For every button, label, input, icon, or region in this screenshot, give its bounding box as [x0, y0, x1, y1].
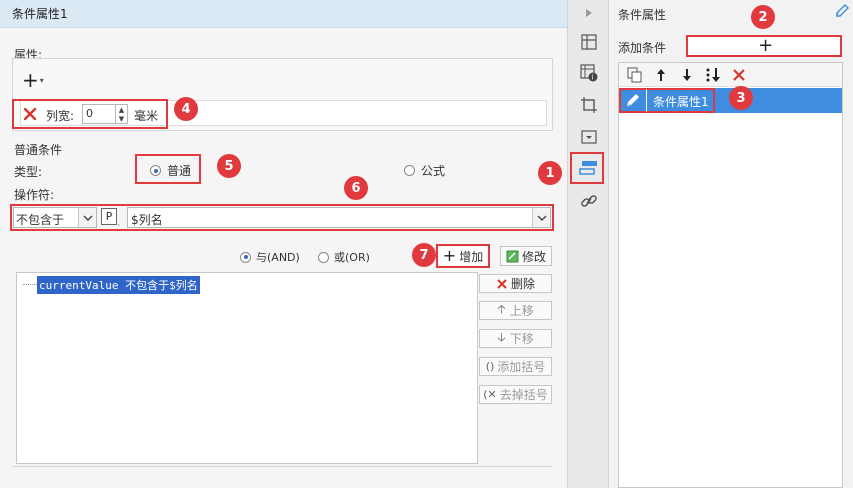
badge-7: 7	[412, 243, 436, 267]
radio-checked-icon	[150, 165, 161, 176]
move-down-button[interactable]: 🡣 下移	[479, 329, 552, 348]
operator-select-value: 不包含于	[16, 213, 65, 227]
left-panel-title: 条件属性1	[0, 0, 567, 28]
pencil-check-icon[interactable]	[835, 4, 849, 18]
logic-or-radio[interactable]: 或(OR)	[318, 249, 370, 265]
bottom-divider	[12, 466, 553, 467]
operator-label: 操作符:	[14, 188, 55, 202]
arrow-up-icon: 🡡	[497, 302, 506, 316]
unit-label: 毫米	[134, 109, 159, 123]
plus-icon: +	[442, 246, 457, 265]
type-label: 类型:	[14, 165, 43, 179]
modify-label: 修改	[521, 249, 546, 264]
cell-attribute-icon[interactable]: i	[578, 62, 600, 84]
right-panel-title: 条件属性	[618, 8, 667, 22]
type-formula-radio[interactable]: 公式	[404, 162, 445, 179]
type-normal-radio[interactable]: 普通	[150, 162, 191, 179]
condition-list-panel: 条件属性1	[618, 62, 843, 488]
logic-and-label: 与(AND)	[256, 251, 300, 264]
remove-paren-button[interactable]: (✕ 去掉括号	[479, 385, 552, 404]
plus-icon: +	[758, 35, 774, 56]
general-condition-label: 普通条件	[14, 143, 63, 157]
badge-4: 4	[174, 97, 198, 121]
condition-list[interactable]: currentValue 不包含于$列名	[16, 272, 478, 464]
move-down-label: 下移	[509, 332, 534, 346]
type-normal-label: 普通	[167, 164, 192, 178]
copy-icon[interactable]	[626, 66, 644, 84]
param-dot-icon: ⸴	[118, 220, 120, 228]
item-divider	[646, 89, 647, 112]
delete-x-icon	[496, 278, 508, 290]
add-condition-button[interactable]: +	[686, 35, 842, 57]
modify-button[interactable]: 修改	[500, 246, 552, 266]
delete-label: 删除	[510, 277, 535, 291]
operator-select[interactable]: 不包含于	[13, 207, 97, 228]
hyperlink-icon[interactable]	[578, 190, 600, 212]
radio-unchecked-icon	[404, 165, 415, 176]
dropdown-arrow-icon: ▾	[39, 75, 44, 85]
remove-paren-icon: (✕	[483, 388, 497, 401]
tree-connector	[23, 284, 37, 285]
sort-down-icon[interactable]	[704, 66, 722, 84]
radio-checked-icon	[240, 251, 251, 263]
list-toolbar	[619, 63, 842, 87]
badge-2: 2	[751, 5, 775, 29]
move-up-label: 上移	[509, 304, 534, 318]
window-icon[interactable]	[578, 126, 600, 148]
collapse-arrow-icon[interactable]	[578, 2, 600, 24]
logic-or-label: 或(OR)	[334, 251, 370, 264]
list-item[interactable]: currentValue 不包含于$列名	[37, 276, 200, 294]
logic-and-radio[interactable]: 与(AND)	[240, 249, 300, 265]
spin-up-icon[interactable]: ▲	[116, 105, 127, 115]
badge-6: 6	[344, 176, 368, 200]
type-formula-label: 公式	[421, 164, 446, 178]
add-paren-icon: ()	[485, 360, 495, 373]
close-x-icon[interactable]	[22, 106, 38, 122]
value-input[interactable]: $列名	[127, 207, 551, 228]
add-condition-label: 增加	[459, 249, 484, 264]
svg-text:i: i	[592, 74, 594, 82]
list-item-label: 条件属性1	[653, 95, 709, 109]
arrow-up-icon[interactable]	[652, 66, 670, 84]
edit-icon	[506, 250, 519, 263]
left-panel: 条件属性1 属性: + ▾ 列宽: 0 ▲ ▼ 毫米 4 普通条件 类型: 普通…	[0, 0, 567, 488]
delete-x-icon[interactable]	[730, 66, 748, 84]
chevron-down-icon[interactable]	[78, 208, 96, 227]
middle-icon-strip: i	[567, 0, 609, 488]
spin-down-icon[interactable]: ▼	[116, 115, 127, 124]
add-condition-label: 添加条件	[618, 41, 667, 55]
delete-button[interactable]: 删除	[479, 274, 552, 293]
badge-5: 5	[217, 154, 241, 178]
arrow-down-icon[interactable]	[678, 66, 696, 84]
param-p-icon[interactable]: P	[101, 208, 117, 225]
chevron-down-icon[interactable]	[532, 208, 550, 227]
add-paren-button[interactable]: () 添加括号	[479, 357, 552, 376]
cell-element-icon[interactable]	[578, 31, 600, 53]
move-up-button[interactable]: 🡡 上移	[479, 301, 552, 320]
add-condition-button[interactable]: + 增加	[439, 247, 487, 265]
badge-3: 3	[729, 86, 753, 110]
pencil-icon	[625, 92, 641, 108]
right-panel: 条件属性 2 添加条件 + 条件属性1 3	[609, 0, 853, 488]
radio-unchecked-icon	[318, 251, 329, 263]
column-width-spinner[interactable]: ▲ ▼	[116, 104, 128, 124]
remove-paren-label: 去掉括号	[499, 388, 548, 402]
add-attribute-button[interactable]: + ▾	[22, 69, 52, 91]
column-width-label: 列宽:	[46, 109, 75, 123]
column-width-input[interactable]: 0	[82, 104, 116, 124]
condition-attribute-icon[interactable]	[578, 157, 600, 179]
add-paren-label: 添加括号	[497, 360, 546, 374]
plus-icon: +	[22, 68, 39, 92]
badge-1: 1	[538, 161, 562, 185]
arrow-down-icon: 🡣	[497, 330, 506, 344]
widget-icon[interactable]	[578, 94, 600, 116]
value-input-text: $列名	[131, 213, 163, 227]
